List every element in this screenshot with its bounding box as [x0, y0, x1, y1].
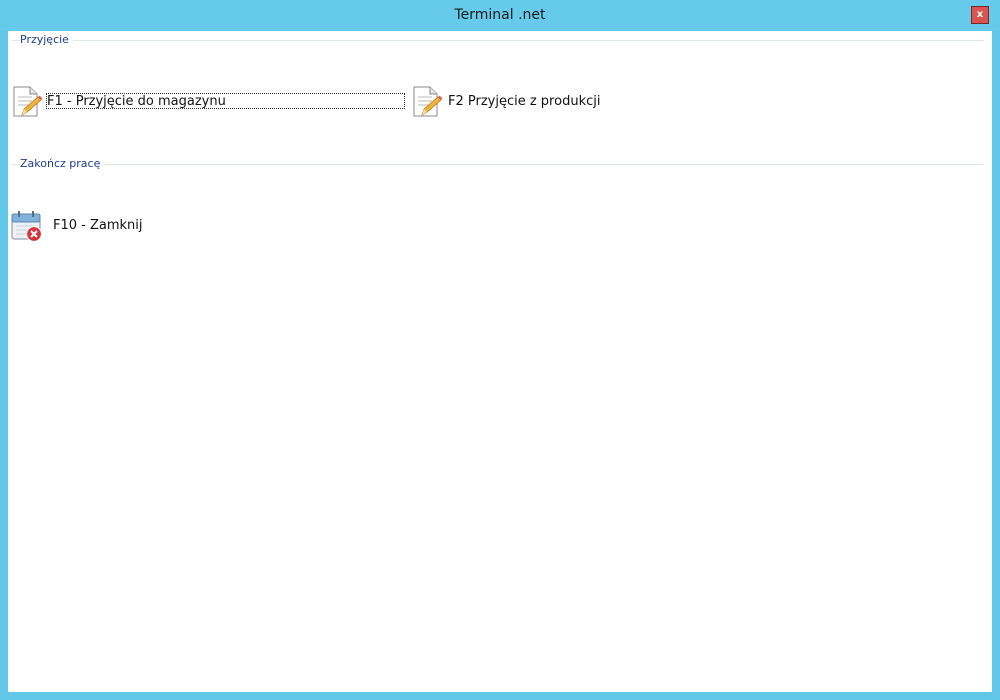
menu-item-f1-przyjecie-do-magazynu[interactable]: F1 - Przyjęcie do magazynu [10, 85, 410, 121]
app-window: Terminal .net x Przyjęcie F1 - Przyjęcie… [0, 0, 1000, 700]
menu-item-f2-przyjecie-z-produkcji[interactable]: F2 Przyjęcie z produkcji [410, 85, 670, 121]
main-panel: Przyjęcie F1 - Przyjęcie do magazynu F2 … [8, 31, 992, 692]
menu-item-label: F2 Przyjęcie z produkcji [448, 94, 601, 109]
menu-item-f10-zamknij[interactable]: F10 - Zamknij [10, 209, 210, 245]
group-header-przyjecie: Przyjęcie [8, 31, 984, 49]
group-label: Przyjęcie [20, 33, 73, 46]
group-divider [12, 164, 984, 165]
close-button[interactable]: x [971, 6, 989, 24]
menu-item-label: F10 - Zamknij [53, 218, 143, 233]
menu-item-label: F1 - Przyjęcie do magazynu [47, 94, 226, 109]
calendar-close-icon [11, 211, 43, 243]
document-edit-icon [13, 86, 43, 117]
group-header-zakoncz-prace: Zakończ pracę [8, 155, 984, 173]
group-divider [12, 40, 984, 41]
window-title: Terminal .net [454, 7, 546, 23]
document-edit-icon [413, 86, 443, 117]
close-icon: x [976, 9, 984, 20]
group-label: Zakończ pracę [20, 157, 105, 170]
title-bar[interactable]: Terminal .net x [0, 0, 1000, 31]
